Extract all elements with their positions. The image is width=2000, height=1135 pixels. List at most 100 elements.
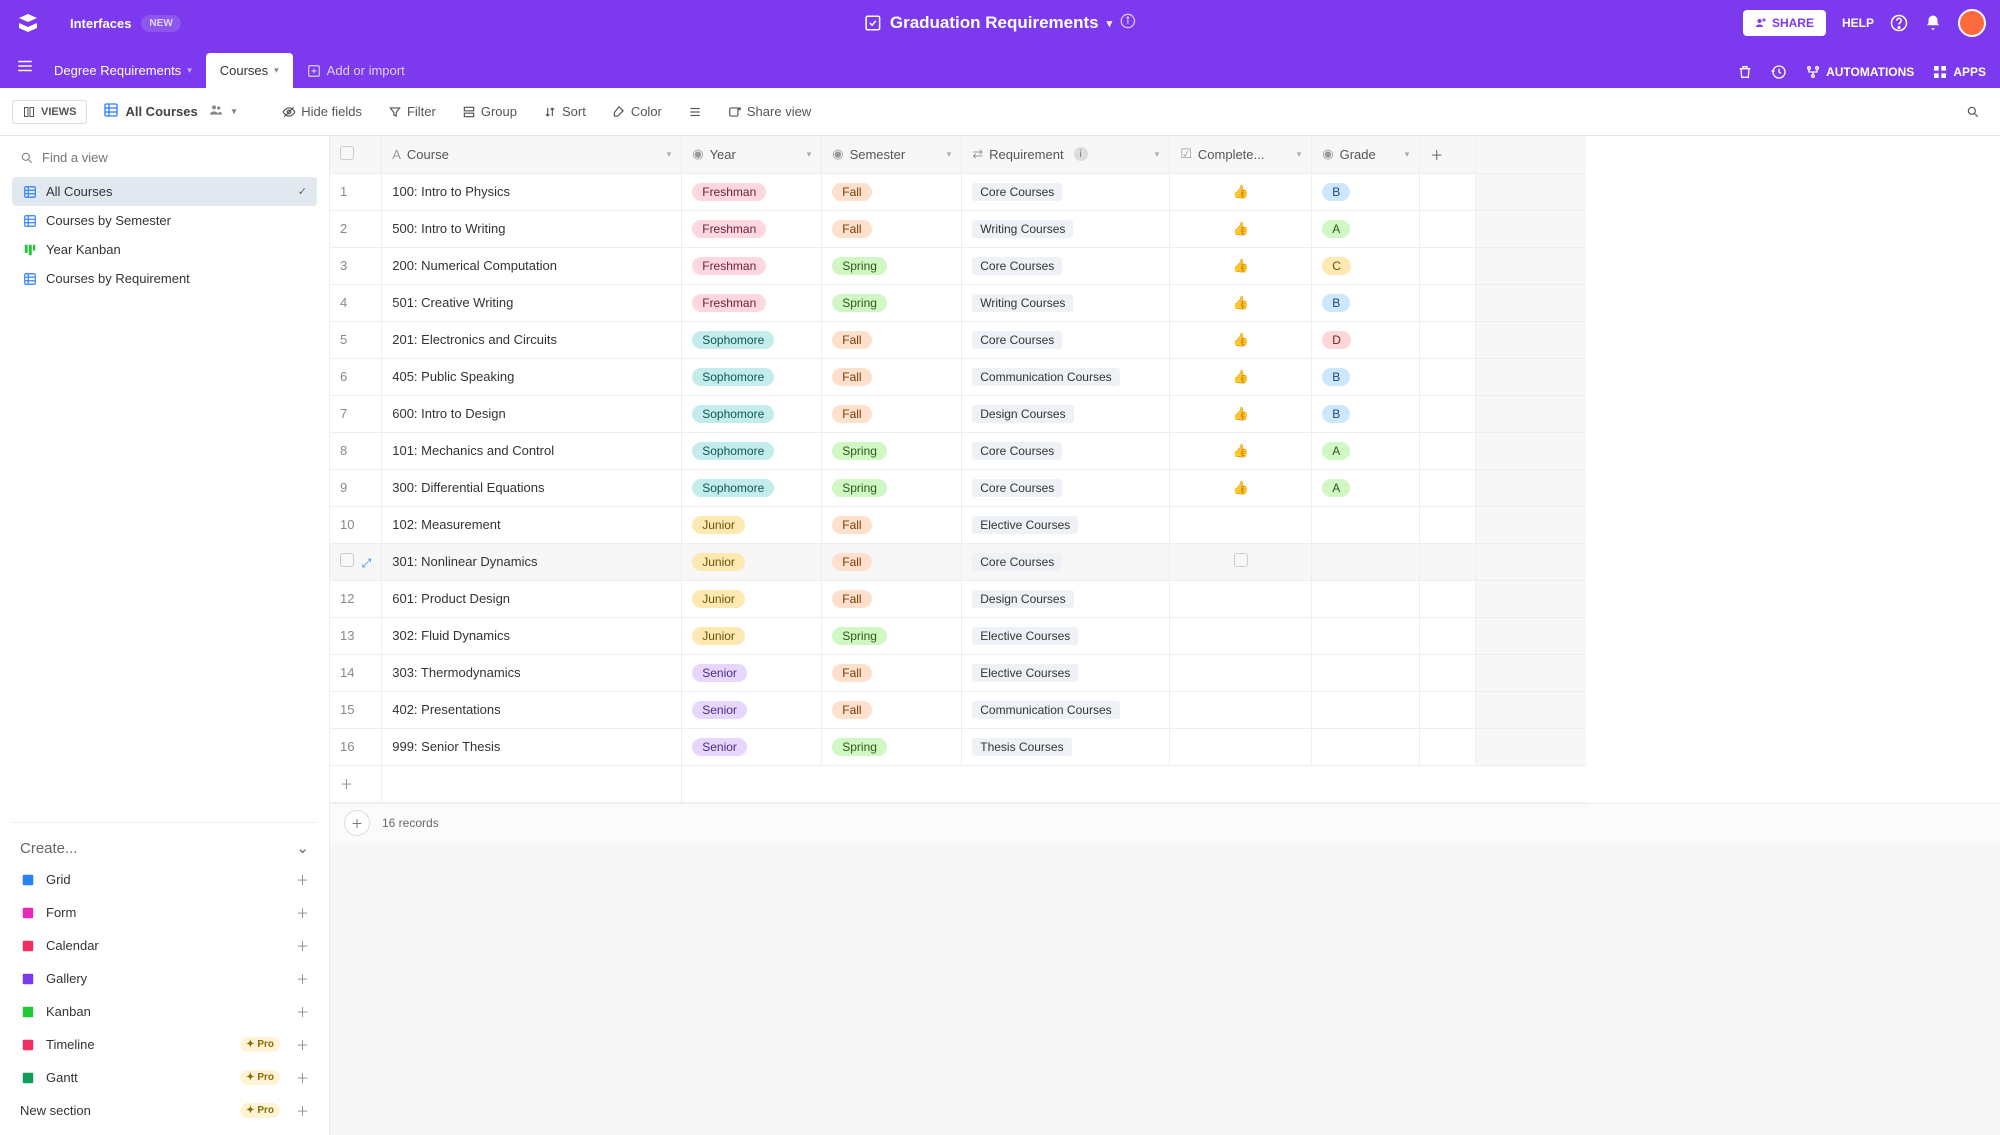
cell-requirement[interactable]: Core Courses	[962, 469, 1170, 506]
create-header[interactable]: Create... ⌄	[12, 833, 317, 863]
filter-button[interactable]: Filter	[380, 99, 444, 124]
trash-icon[interactable]	[1737, 64, 1753, 80]
cell-semester[interactable]: Fall	[822, 173, 962, 210]
cell-course[interactable]: 999: Senior Thesis	[382, 728, 682, 765]
cell-grade[interactable]: B	[1312, 284, 1420, 321]
cell-completed[interactable]: 👍	[1170, 173, 1312, 210]
cell-semester[interactable]: Fall	[822, 358, 962, 395]
help-link[interactable]: HELP	[1842, 16, 1874, 30]
thumbs-up-icon[interactable]: 👍	[1233, 295, 1249, 310]
find-view-search[interactable]	[12, 144, 317, 171]
thumbs-up-icon[interactable]: 👍	[1233, 406, 1249, 421]
cell-year[interactable]: Sophomore	[682, 469, 822, 506]
row-number[interactable]: 4	[330, 284, 382, 321]
cell-course[interactable]: 302: Fluid Dynamics	[382, 617, 682, 654]
cell-requirement[interactable]: Core Courses	[962, 543, 1170, 580]
sort-button[interactable]: Sort	[535, 99, 594, 124]
cell-course[interactable]: 500: Intro to Writing	[382, 210, 682, 247]
column-header-grade[interactable]: ◉Grade▾	[1312, 136, 1420, 173]
cell-semester[interactable]: Spring	[822, 728, 962, 765]
table-row[interactable]: 8 101: Mechanics and Control Sophomore S…	[330, 432, 1586, 469]
thumbs-up-icon[interactable]: 👍	[1233, 332, 1249, 347]
thumbs-up-icon[interactable]: 👍	[1233, 480, 1249, 495]
cell-completed[interactable]: 👍	[1170, 358, 1312, 395]
cell-completed[interactable]	[1170, 654, 1312, 691]
menu-icon[interactable]	[16, 57, 34, 78]
column-header-completed[interactable]: ☑Complete...▾	[1170, 136, 1312, 173]
create-view-item[interactable]: Form＋	[12, 896, 317, 929]
app-logo[interactable]	[14, 9, 42, 37]
row-number[interactable]: 16	[330, 728, 382, 765]
cell-completed[interactable]: 👍	[1170, 432, 1312, 469]
expand-icon[interactable]: ⤢	[362, 556, 372, 570]
cell-completed[interactable]	[1170, 506, 1312, 543]
create-view-item[interactable]: Timeline✦ Pro＋	[12, 1028, 317, 1061]
cell-course[interactable]: 201: Electronics and Circuits	[382, 321, 682, 358]
create-view-item[interactable]: Calendar＋	[12, 929, 317, 962]
table-tab[interactable]: Courses▾	[206, 53, 293, 88]
table-row[interactable]: 12 601: Product Design Junior Fall Desig…	[330, 580, 1586, 617]
thumbs-up-icon[interactable]: 👍	[1233, 184, 1249, 199]
cell-course[interactable]: 301: Nonlinear Dynamics	[382, 543, 682, 580]
cell-course[interactable]: 300: Differential Equations	[382, 469, 682, 506]
row-number[interactable]: ⤢	[330, 543, 382, 580]
row-checkbox[interactable]	[340, 553, 354, 567]
table-row[interactable]: 7 600: Intro to Design Sophomore Fall De…	[330, 395, 1586, 432]
table-row[interactable]: 5 201: Electronics and Circuits Sophomor…	[330, 321, 1586, 358]
cell-year[interactable]: Junior	[682, 580, 822, 617]
history-icon[interactable]	[1771, 64, 1787, 80]
cell-grade[interactable]: A	[1312, 432, 1420, 469]
share-button[interactable]: SHARE	[1743, 10, 1826, 36]
cell-course[interactable]: 501: Creative Writing	[382, 284, 682, 321]
thumbs-up-icon[interactable]: 👍	[1233, 443, 1249, 458]
cell-requirement[interactable]: Design Courses	[962, 580, 1170, 617]
row-number[interactable]: 14	[330, 654, 382, 691]
thumbs-up-icon[interactable]: 👍	[1233, 369, 1249, 384]
cell-requirement[interactable]: Communication Courses	[962, 358, 1170, 395]
cell-requirement[interactable]: Core Courses	[962, 247, 1170, 284]
cell-requirement[interactable]: Communication Courses	[962, 691, 1170, 728]
cell-course[interactable]: 303: Thermodynamics	[382, 654, 682, 691]
share-view-button[interactable]: Share view	[720, 99, 819, 124]
create-view-item[interactable]: New section✦ Pro＋	[12, 1094, 317, 1127]
cell-semester[interactable]: Spring	[822, 617, 962, 654]
cell-requirement[interactable]: Core Courses	[962, 173, 1170, 210]
column-header-course[interactable]: ACourse▾	[382, 136, 682, 173]
views-button[interactable]: VIEWS	[12, 100, 87, 124]
cell-completed[interactable]	[1170, 580, 1312, 617]
cell-course[interactable]: 200: Numerical Computation	[382, 247, 682, 284]
current-view[interactable]: All Courses ▾	[103, 102, 236, 121]
cell-semester[interactable]: Fall	[822, 580, 962, 617]
cell-requirement[interactable]: Core Courses	[962, 432, 1170, 469]
table-row[interactable]: 6 405: Public Speaking Sophomore Fall Co…	[330, 358, 1586, 395]
cell-completed[interactable]	[1170, 728, 1312, 765]
cell-grade[interactable]: C	[1312, 247, 1420, 284]
cell-year[interactable]: Sophomore	[682, 358, 822, 395]
column-header-requirement[interactable]: ⇄Requirementi▾	[962, 136, 1170, 173]
add-record-button[interactable]: ＋	[344, 810, 370, 836]
add-record-row[interactable]: ＋	[330, 765, 382, 802]
cell-year[interactable]: Freshman	[682, 247, 822, 284]
cell-course[interactable]: 100: Intro to Physics	[382, 173, 682, 210]
cell-semester[interactable]: Fall	[822, 210, 962, 247]
select-all-checkbox[interactable]	[330, 136, 382, 173]
row-number[interactable]: 7	[330, 395, 382, 432]
table-row[interactable]: 14 303: Thermodynamics Senior Fall Elect…	[330, 654, 1586, 691]
thumbs-up-icon[interactable]: 👍	[1233, 258, 1249, 273]
cell-year[interactable]: Junior	[682, 617, 822, 654]
table-row[interactable]: 16 999: Senior Thesis Senior Spring Thes…	[330, 728, 1586, 765]
cell-year[interactable]: Sophomore	[682, 321, 822, 358]
cell-course[interactable]: 102: Measurement	[382, 506, 682, 543]
row-number[interactable]: 8	[330, 432, 382, 469]
cell-grade[interactable]: B	[1312, 358, 1420, 395]
cell-semester[interactable]: Spring	[822, 284, 962, 321]
interfaces-link[interactable]: Interfaces	[70, 16, 131, 31]
table-tab[interactable]: Degree Requirements▾	[40, 53, 206, 88]
cell-grade[interactable]: B	[1312, 395, 1420, 432]
table-row[interactable]: 3 200: Numerical Computation Freshman Sp…	[330, 247, 1586, 284]
cell-course[interactable]: 601: Product Design	[382, 580, 682, 617]
checkbox-empty[interactable]	[1234, 553, 1248, 567]
cell-requirement[interactable]: Elective Courses	[962, 654, 1170, 691]
user-avatar[interactable]	[1958, 9, 1986, 37]
help-icon[interactable]	[1890, 14, 1908, 32]
